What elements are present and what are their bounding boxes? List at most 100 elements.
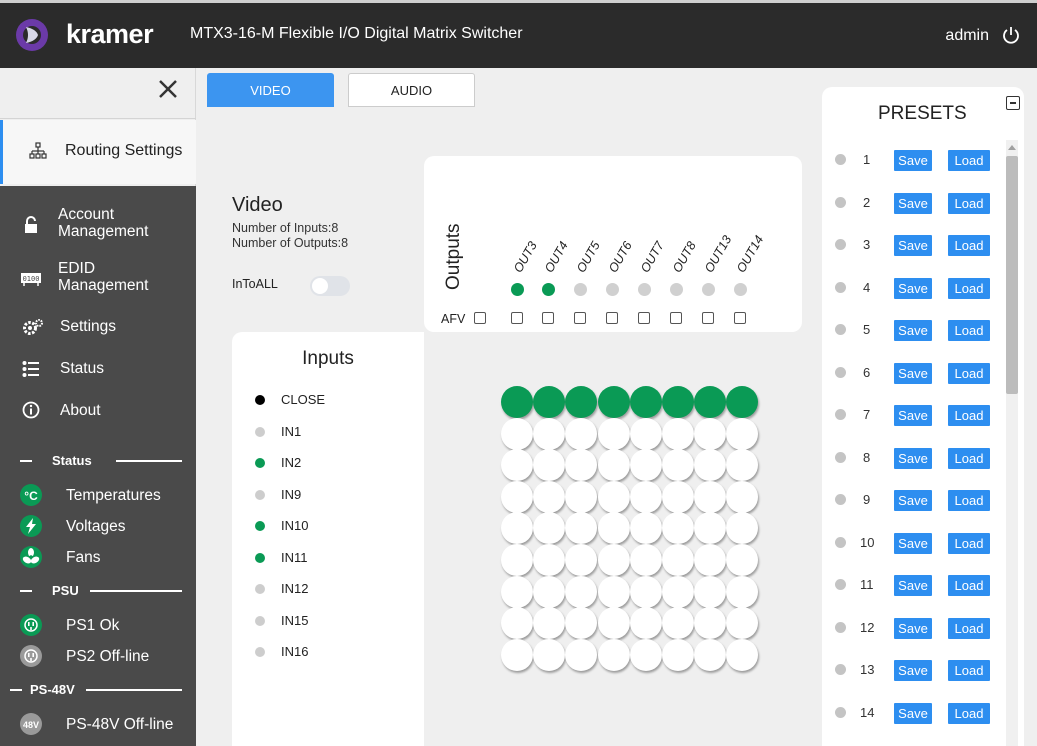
matrix-cell[interactable]	[629, 575, 662, 608]
matrix-cell[interactable]	[533, 544, 566, 576]
matrix-cell[interactable]	[726, 417, 759, 450]
sidebar-item-routing-settings[interactable]: Routing Settings	[0, 120, 196, 184]
matrix-cell[interactable]	[726, 480, 759, 513]
preset-load-button[interactable]: Load	[948, 617, 990, 639]
matrix-cell[interactable]	[662, 480, 694, 513]
matrix-cell[interactable]	[501, 386, 533, 418]
input-label[interactable]: IN15	[281, 613, 308, 628]
matrix-cell[interactable]	[501, 512, 533, 545]
preset-load-button[interactable]: Load	[948, 532, 990, 554]
matrix-cell[interactable]	[726, 544, 759, 576]
sidebar-item-account-management[interactable]: Account Management	[0, 204, 196, 244]
collapse-icon[interactable]	[1006, 96, 1020, 110]
matrix-cell[interactable]	[597, 480, 630, 513]
input-label[interactable]: IN2	[281, 455, 301, 470]
matrix-cell[interactable]	[501, 575, 533, 608]
output-afv-checkbox[interactable]	[574, 312, 586, 324]
matrix-cell[interactable]	[629, 607, 662, 640]
psu-item-ps1[interactable]: PS1 Ok	[0, 614, 196, 638]
matrix-cell[interactable]	[597, 638, 630, 671]
preset-load-button[interactable]: Load	[948, 405, 990, 426]
output-afv-checkbox[interactable]	[670, 312, 682, 324]
matrix-cell[interactable]	[501, 607, 533, 640]
matrix-cell[interactable]	[694, 512, 727, 545]
matrix-cell[interactable]	[694, 480, 727, 513]
matrix-cell[interactable]	[597, 417, 630, 450]
matrix-cell[interactable]	[565, 607, 598, 640]
preset-load-button[interactable]: Load	[948, 660, 990, 681]
preset-load-button[interactable]: Load	[948, 192, 990, 214]
matrix-cell[interactable]	[565, 575, 598, 608]
matrix-cell[interactable]	[629, 480, 662, 513]
matrix-cell[interactable]	[694, 449, 727, 482]
preset-load-button[interactable]: Load	[948, 575, 990, 596]
matrix-cell[interactable]	[533, 480, 566, 513]
user-name[interactable]: admin	[945, 27, 989, 45]
matrix-cell[interactable]	[533, 607, 566, 640]
output-afv-checkbox[interactable]	[734, 312, 746, 324]
preset-load-button[interactable]: Load	[948, 277, 990, 299]
status-item-fans[interactable]: Fans	[0, 546, 196, 570]
input-label[interactable]: IN1	[281, 424, 301, 439]
matrix-cell[interactable]	[597, 449, 630, 482]
matrix-cell[interactable]	[662, 449, 694, 482]
input-label[interactable]: IN9	[281, 487, 301, 502]
matrix-cell[interactable]	[597, 512, 630, 545]
matrix-cell[interactable]	[629, 638, 662, 671]
output-afv-checkbox[interactable]	[511, 312, 523, 324]
scroll-up-arrow[interactable]	[1008, 145, 1016, 150]
matrix-cell[interactable]	[694, 386, 727, 418]
matrix-cell[interactable]	[662, 386, 694, 418]
matrix-cell[interactable]	[726, 386, 759, 418]
presets-scrollbar-thumb[interactable]	[1006, 156, 1018, 394]
afv-checkbox[interactable]	[474, 312, 486, 324]
matrix-cell[interactable]	[565, 449, 598, 482]
sidebar-item-about[interactable]: About	[0, 400, 196, 424]
preset-load-button[interactable]: Load	[948, 490, 990, 511]
preset-save-button[interactable]: Save	[894, 490, 932, 511]
output-afv-checkbox[interactable]	[638, 312, 650, 324]
matrix-cell[interactable]	[565, 480, 598, 513]
matrix-cell[interactable]	[726, 449, 759, 482]
matrix-cell[interactable]	[565, 512, 598, 545]
status-item-voltages[interactable]: Voltages	[0, 515, 196, 539]
matrix-cell[interactable]	[533, 449, 566, 482]
preset-load-button[interactable]: Load	[948, 702, 990, 724]
preset-save-button[interactable]: Save	[894, 617, 932, 639]
preset-save-button[interactable]: Save	[894, 532, 932, 554]
matrix-cell[interactable]	[501, 638, 533, 671]
matrix-cell[interactable]	[694, 544, 727, 576]
preset-load-button[interactable]: Load	[948, 447, 990, 469]
matrix-cell[interactable]	[662, 575, 694, 608]
matrix-cell[interactable]	[597, 607, 630, 640]
matrix-cell[interactable]	[501, 480, 533, 513]
matrix-cell[interactable]	[597, 544, 630, 576]
matrix-cell[interactable]	[565, 386, 598, 418]
matrix-cell[interactable]	[662, 607, 694, 640]
sidebar-item-edid-management[interactable]: 0100 EDID Management	[0, 258, 196, 298]
matrix-cell[interactable]	[501, 544, 533, 576]
matrix-cell[interactable]	[694, 417, 727, 450]
matrix-cell[interactable]	[629, 544, 662, 576]
psu-item-ps2[interactable]: PS2 Off-line	[0, 645, 196, 669]
matrix-cell[interactable]	[629, 512, 662, 545]
matrix-cell[interactable]	[597, 386, 630, 418]
matrix-cell[interactable]	[726, 512, 759, 545]
output-afv-checkbox[interactable]	[606, 312, 618, 324]
matrix-cell[interactable]	[629, 386, 662, 418]
matrix-cell[interactable]	[533, 417, 566, 450]
preset-save-button[interactable]: Save	[894, 320, 932, 341]
matrix-cell[interactable]	[533, 575, 566, 608]
tab-video[interactable]: VIDEO	[207, 73, 334, 107]
matrix-cell[interactable]	[565, 417, 598, 450]
sidebar-item-settings[interactable]: Settings	[0, 316, 196, 340]
tab-audio[interactable]: AUDIO	[348, 73, 475, 107]
matrix-cell[interactable]	[533, 512, 566, 545]
preset-save-button[interactable]: Save	[894, 405, 932, 426]
matrix-cell[interactable]	[533, 386, 566, 418]
matrix-cell[interactable]	[662, 544, 694, 576]
input-label[interactable]: CLOSE	[281, 392, 325, 407]
preset-save-button[interactable]: Save	[894, 447, 932, 469]
matrix-cell[interactable]	[694, 607, 727, 640]
output-afv-checkbox[interactable]	[542, 312, 554, 324]
